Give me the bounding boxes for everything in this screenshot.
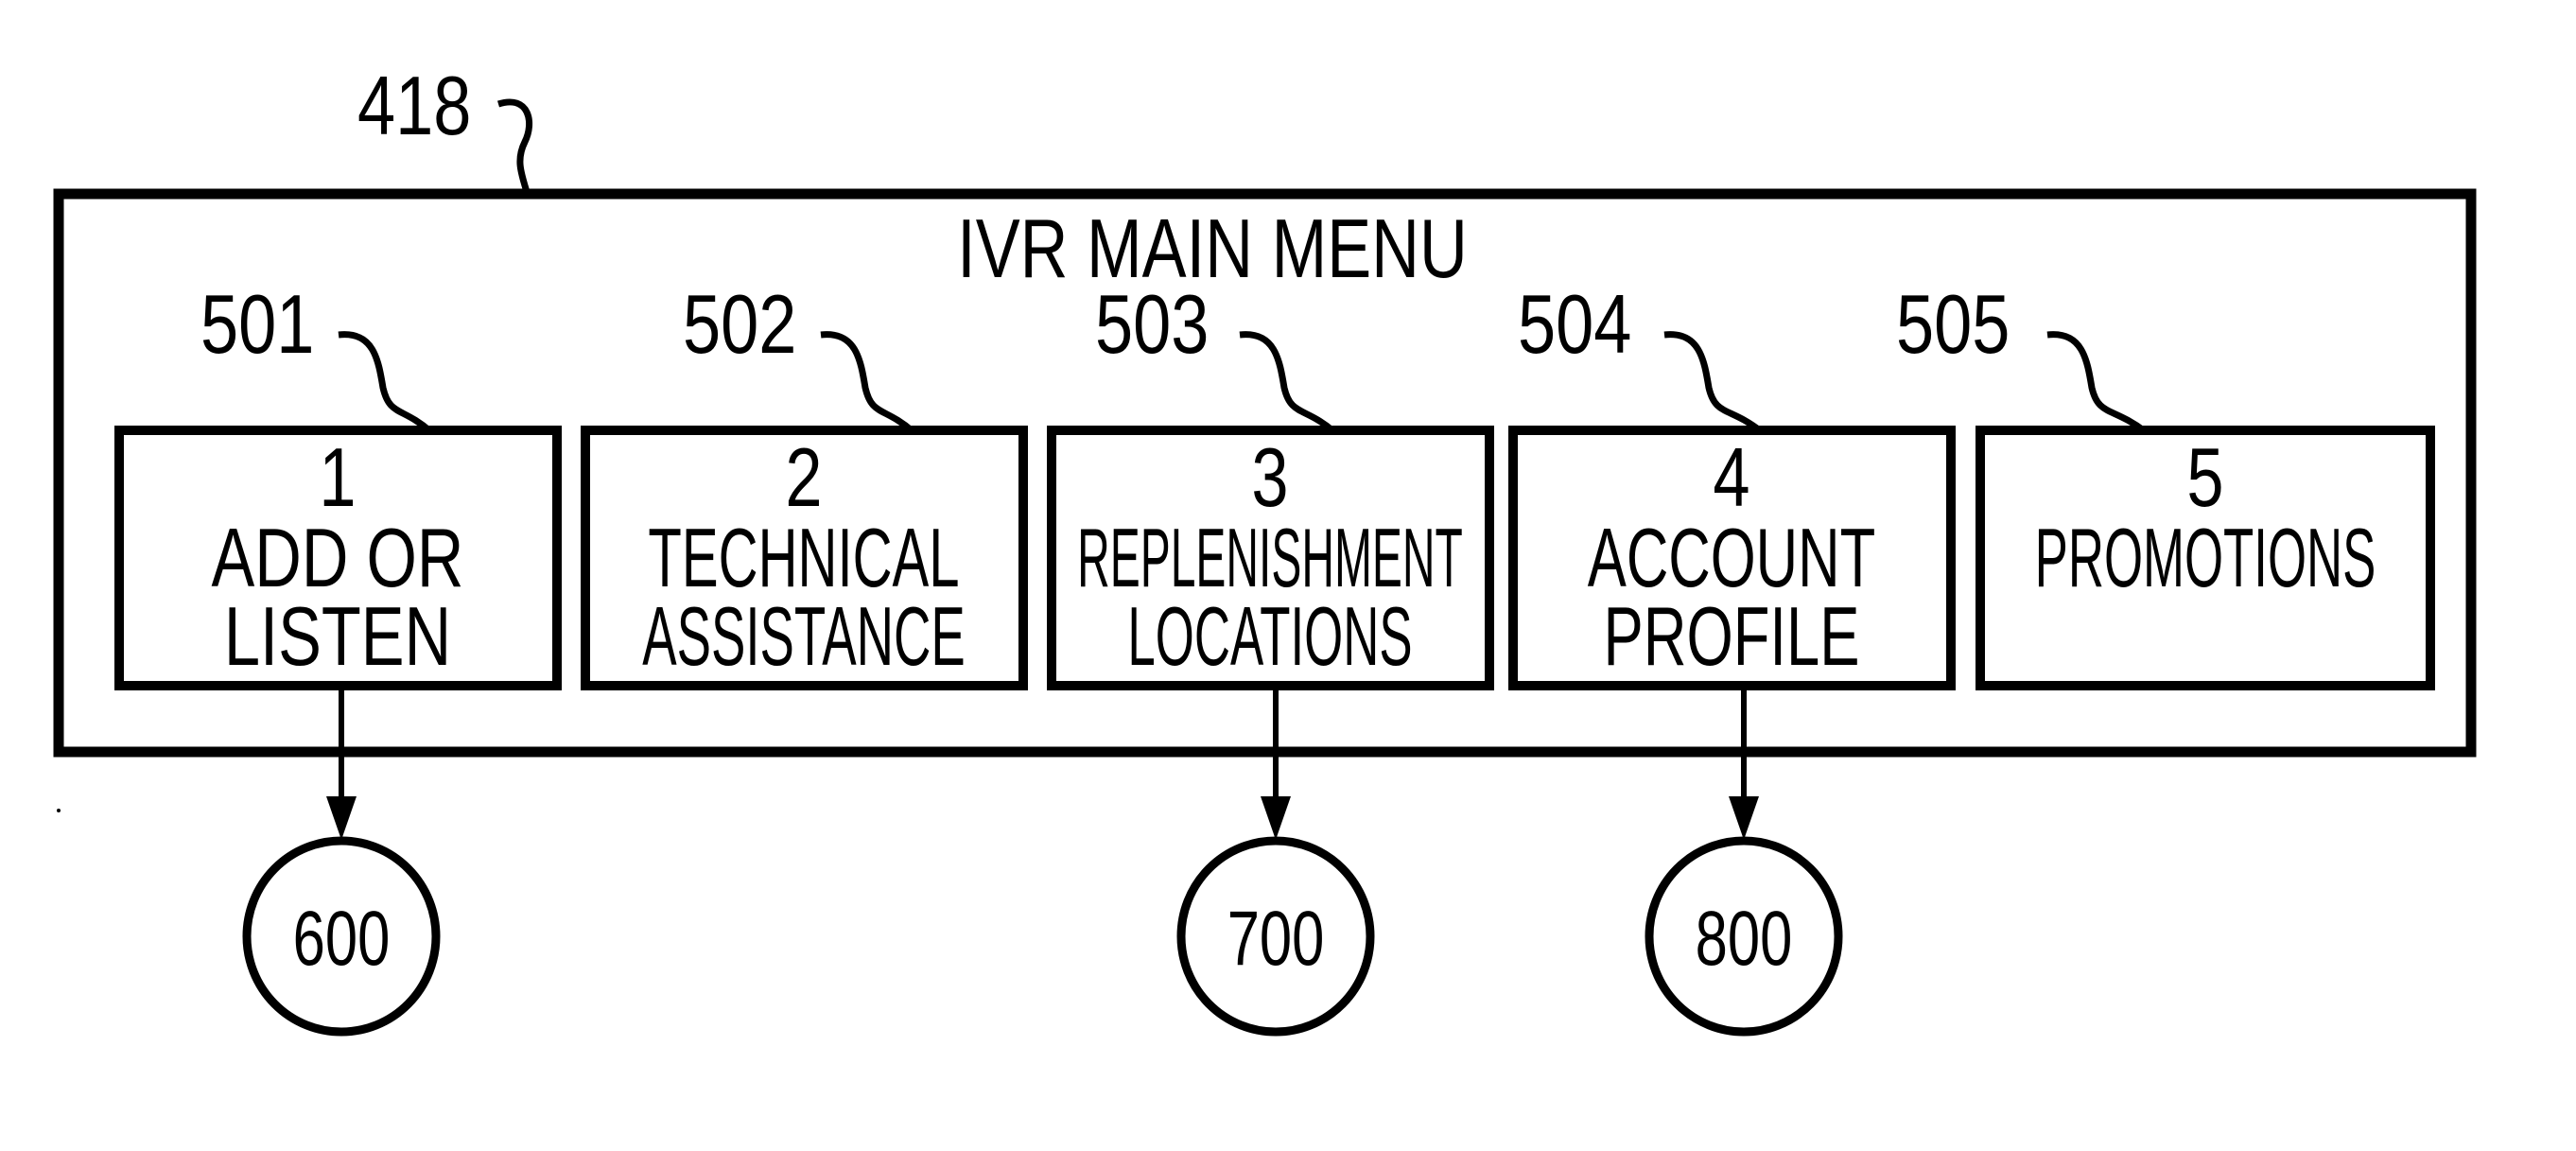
- option-ref-label: 503: [1095, 278, 1209, 371]
- arrow-to-600: [326, 687, 357, 840]
- patent-figure: 418 IVR MAIN MENU 501 1 ADD OR LISTEN 50…: [0, 0, 2576, 1146]
- menu-option-1[interactable]: 501 1 ADD OR LISTEN: [114, 278, 562, 690]
- arrow-head-icon: [1729, 796, 1759, 840]
- menu-option-3[interactable]: 503 3 REPLENISHMENT LOCATIONS: [1047, 278, 1494, 690]
- diagram-svg: 418 IVR MAIN MENU 501 1 ADD OR LISTEN 50…: [53, 60, 2477, 1037]
- option-ref-label: 502: [683, 278, 796, 371]
- container-ref-label: 418: [357, 60, 471, 152]
- connector-600[interactable]: 600: [242, 836, 441, 1037]
- arrow-head-icon: [326, 796, 357, 840]
- option-leader-line: [338, 331, 433, 434]
- option-label-line-2: PROFILE: [1603, 591, 1859, 684]
- connector-label: 600: [293, 895, 391, 982]
- connector-800[interactable]: 800: [1645, 836, 1843, 1037]
- menu-title: IVR MAIN MENU: [957, 201, 1468, 294]
- connector-700[interactable]: 700: [1176, 836, 1375, 1037]
- option-key: 1: [319, 430, 356, 523]
- menu-option-4[interactable]: 504 4 ACCOUNT PROFILE: [1508, 278, 1956, 690]
- option-leader-line: [1663, 331, 1764, 434]
- menu-option-5[interactable]: 505 5 PROMOTIONS: [1896, 278, 2435, 690]
- arrow-to-700: [1261, 687, 1291, 840]
- option-key: 2: [785, 430, 822, 523]
- option-label-line-1: PROMOTIONS: [2035, 512, 2376, 604]
- option-leader-line: [820, 331, 915, 434]
- option-label-line-2: LOCATIONS: [1127, 590, 1412, 683]
- option-ref-label: 504: [1518, 278, 1631, 371]
- option-leader-line: [1239, 331, 1336, 434]
- connector-label: 700: [1227, 895, 1325, 982]
- menu-option-2[interactable]: 502 2 TECHNICAL ASSISTANCE: [581, 278, 1028, 690]
- arrow-head-icon: [1261, 796, 1291, 840]
- connector-label: 800: [1696, 895, 1793, 982]
- option-label-line-2: LISTEN: [224, 590, 451, 683]
- option-key: 3: [1251, 430, 1288, 523]
- container-ref-label-group: 418: [357, 60, 533, 193]
- option-leader-line: [2046, 331, 2148, 434]
- scan-speck: [57, 809, 61, 812]
- option-ref-label: 501: [200, 278, 314, 371]
- container-leader-line: [496, 98, 533, 193]
- option-key: 5: [2186, 430, 2223, 523]
- option-ref-label: 505: [1896, 278, 2010, 371]
- arrow-to-800: [1729, 687, 1759, 840]
- option-key: 4: [1713, 430, 1749, 523]
- option-label-line-2: ASSISTANCE: [642, 590, 966, 684]
